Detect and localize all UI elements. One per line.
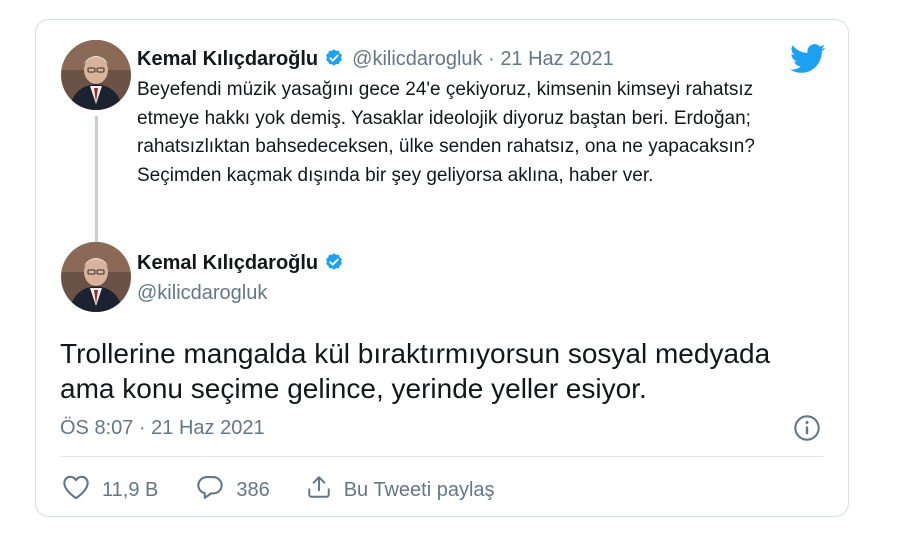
divider [60, 456, 824, 457]
author-handle[interactable]: @kilicdarogluk [352, 48, 482, 70]
info-icon[interactable] [793, 414, 821, 447]
tweet-timestamp[interactable]: ÖS 8:07 · 21 Haz 2021 [60, 417, 265, 440]
avatar[interactable] [61, 40, 131, 110]
heart-icon [62, 474, 90, 506]
author-name[interactable]: Kemal Kılıçdaroğlu [137, 48, 318, 70]
main-tweet-author: Kemal Kılıçdaroğlu [137, 252, 344, 277]
author-handle[interactable]: @kilicdarogluk [137, 282, 267, 305]
thread-connector-line [95, 116, 98, 258]
verified-badge-icon [324, 48, 344, 74]
twitter-bird-icon[interactable] [790, 44, 826, 79]
reply-bubble-icon [196, 474, 224, 506]
quoted-tweet-header: Kemal Kılıçdaroğlu @kilicdarogluk · 21 H… [137, 48, 614, 74]
action-bar: 11,9 B 386 Bu Tweeti paylaş [62, 474, 495, 506]
avatar[interactable] [61, 242, 131, 312]
author-name[interactable]: Kemal Kılıçdaroğlu [137, 252, 318, 274]
tweet-card: Kemal Kılıçdaroğlu @kilicdarogluk · 21 H… [35, 19, 849, 517]
share-upload-icon [306, 474, 332, 506]
quoted-tweet-date[interactable]: 21 Haz 2021 [500, 48, 613, 70]
reply-count: 386 [236, 478, 270, 501]
reply-button[interactable]: 386 [196, 474, 270, 506]
share-button[interactable]: Bu Tweeti paylaş [306, 474, 495, 506]
separator-dot: · [488, 48, 495, 70]
share-label: Bu Tweeti paylaş [343, 478, 495, 501]
like-count: 11,9 B [102, 478, 159, 501]
like-button[interactable]: 11,9 B [62, 474, 158, 506]
quoted-tweet-text: Beyefendi müzik yasağını gece 24'e çekiy… [137, 79, 755, 186]
verified-badge-icon [324, 252, 344, 277]
main-tweet-text: Trollerine mangalda kül bıraktırmıyorsun… [60, 338, 771, 404]
